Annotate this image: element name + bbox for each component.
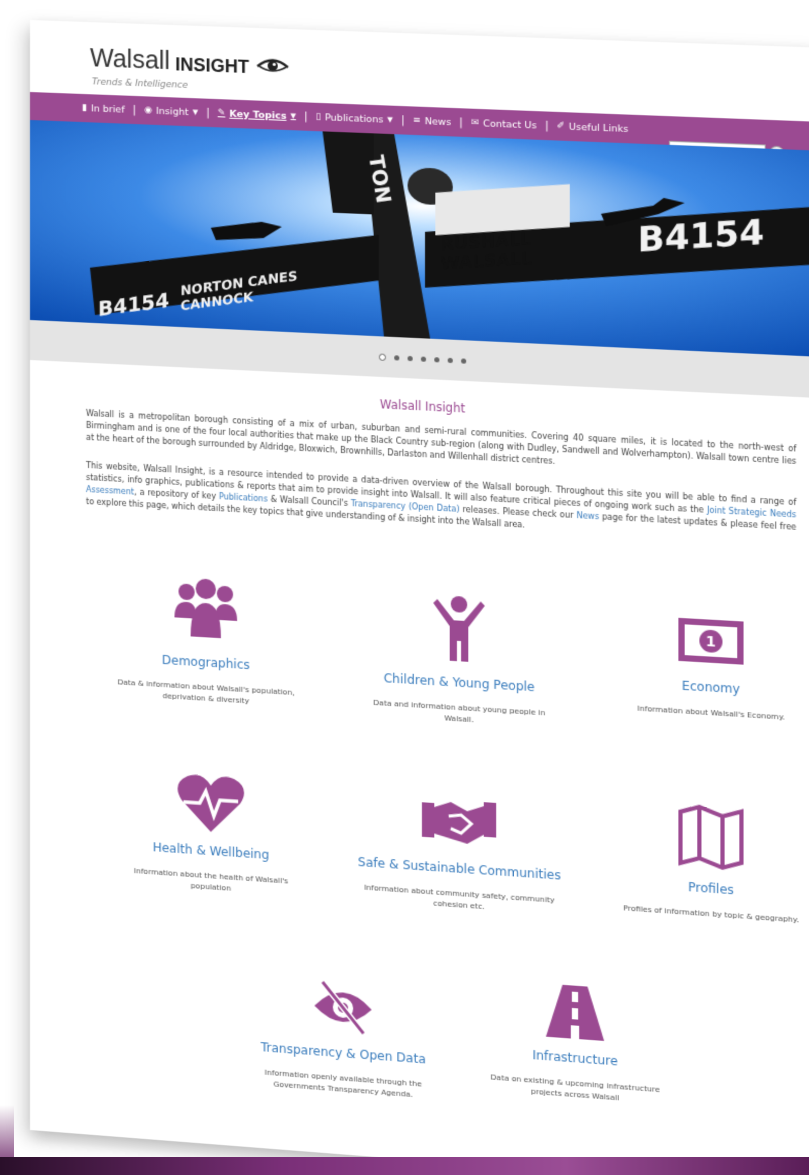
signpost-photo: TON RUSHALL WALSALL B4154 B4154 NORTON C… — [30, 120, 809, 358]
topic-safe-sustainable-communities[interactable]: Safe & Sustainable Communities Informati… — [351, 786, 568, 918]
nav-item-label: Publications — [324, 111, 384, 126]
link-news[interactable]: News — [576, 511, 599, 521]
logo-walsall-text: Walsall — [89, 44, 171, 76]
topic-title[interactable]: Children & Young People — [351, 669, 568, 696]
site-tagline: Trends & Intelligence — [91, 77, 188, 91]
nav-separator: | — [545, 120, 549, 132]
nav-item-label: News — [424, 115, 452, 128]
topic-description: Information about Walsall's Economy. — [637, 703, 785, 722]
topic-transparency-open-data[interactable]: Transparency & Open Data Information ope… — [236, 970, 451, 1103]
topic-infrastructure[interactable]: Infrastructure Data on existing & upcomi… — [466, 976, 684, 1108]
logo-insight-text: INSIGHT — [175, 53, 249, 77]
topic-title[interactable]: Demographics — [100, 649, 312, 676]
nav-item-key-topics[interactable]: ✎ Key Topics ▼ — [218, 108, 296, 122]
topic-description: Data and information about young people … — [373, 697, 546, 725]
carousel-dot[interactable] — [407, 355, 413, 361]
nav-item-label: Insight — [156, 105, 189, 118]
intro-text: page for the latest updates & please fee… — [85, 496, 797, 532]
nav-item-publications[interactable]: ▯ Publications ▼ — [316, 111, 393, 125]
nav-separator: | — [304, 110, 308, 123]
topic-demographics[interactable]: Demographics Data & information about Wa… — [100, 569, 312, 710]
link-icon: ✐ — [556, 121, 565, 132]
nav-separator: | — [401, 114, 405, 126]
nav-item-useful-links[interactable]: ✐ Useful Links — [557, 121, 629, 135]
topic-description: Data & information about Walsall's popul… — [117, 677, 295, 706]
road-icon — [545, 983, 605, 1041]
nav-item-in-brief[interactable]: ▮ In brief — [82, 102, 125, 115]
people-group-icon — [174, 578, 238, 639]
topic-description: Profiles of information by topic & geogr… — [623, 903, 800, 925]
topic-economy[interactable]: 1 Economy Information about Walsall's Ec… — [601, 607, 809, 725]
site-logo[interactable]: Walsall INSIGHT — [90, 44, 290, 80]
caret-down-icon: ▼ — [290, 111, 297, 121]
nav-item-news[interactable]: ≡ News — [413, 115, 451, 128]
right-sign-panel — [435, 184, 570, 236]
topic-description: Information openly available through the… — [264, 1067, 422, 1100]
heartbeat-icon — [175, 773, 246, 835]
key-icon: ✎ — [217, 108, 226, 119]
banknote-icon: 1 — [678, 617, 744, 665]
topic-profiles[interactable]: Profiles Profiles of information by topi… — [601, 796, 809, 927]
topic-health-wellbeing[interactable]: Health & Wellbeing Information about the… — [105, 765, 317, 900]
topic-title[interactable]: Economy — [601, 674, 809, 701]
envelope-icon: ✉ — [471, 117, 479, 129]
caret-down-icon: ▼ — [192, 108, 199, 117]
intro-text: & Walsall Council's — [267, 494, 351, 509]
bar-chart-icon: ▮ — [81, 102, 87, 114]
carousel-dot[interactable] — [378, 352, 386, 361]
handshake-icon — [421, 801, 497, 845]
topic-description: Data on existing & upcoming infrastructu… — [490, 1072, 660, 1103]
topic-description: Information about community safety, comm… — [364, 882, 555, 912]
right-sign-road-number: B4154 — [638, 212, 765, 261]
hero-carousel-image[interactable]: TON RUSHALL WALSALL B4154 B4154 NORTON C… — [30, 120, 809, 358]
carousel-dot[interactable] — [434, 356, 440, 362]
nav-separator: | — [206, 107, 210, 119]
topic-title[interactable]: Transparency & Open Data — [236, 1038, 451, 1068]
topic-children-young-people[interactable]: Children & Young People Data and informa… — [351, 588, 568, 731]
nav-separator: | — [132, 104, 137, 116]
newspaper-icon: ≡ — [412, 115, 421, 127]
document-icon: ▯ — [315, 111, 321, 123]
intro-text: , a repository of key — [134, 487, 219, 502]
eye-icon: ◉ — [144, 105, 153, 116]
carousel-dot[interactable] — [394, 354, 400, 361]
nav-item-contact-us[interactable]: ✉ Contact Us — [471, 117, 537, 131]
carousel-dot[interactable] — [447, 357, 453, 363]
carousel-dot[interactable] — [461, 357, 467, 364]
nav-separator: | — [459, 116, 463, 129]
topic-title[interactable]: Infrastructure — [466, 1043, 684, 1073]
child-icon — [433, 595, 485, 663]
caret-down-icon: ▼ — [387, 115, 393, 124]
topic-description: Information about the health of Walsall'… — [133, 866, 289, 893]
link-publications[interactable]: Publications — [219, 492, 268, 504]
nav-item-label: Useful Links — [568, 121, 629, 135]
nav-item-label: Key Topics — [229, 108, 287, 122]
topic-title[interactable]: Profiles — [601, 874, 809, 903]
eye-logo-icon — [255, 55, 290, 76]
webpage-mockup: Walsall INSIGHT Trends & Intelligence ▮ … — [30, 20, 809, 1175]
map-icon — [676, 801, 745, 873]
nav-item-label: Contact Us — [483, 117, 537, 132]
topic-title[interactable]: Health & Wellbeing — [105, 837, 317, 865]
topic-title[interactable]: Safe & Sustainable Communities — [351, 854, 568, 883]
purple-footer-band — [0, 1157, 809, 1175]
nav-item-insight[interactable]: ◉ Insight ▼ — [144, 105, 198, 118]
nav-item-label: In brief — [90, 102, 125, 116]
svg-text:1: 1 — [706, 634, 716, 651]
eye-slash-icon — [310, 975, 375, 1038]
carousel-dot[interactable] — [420, 356, 427, 362]
